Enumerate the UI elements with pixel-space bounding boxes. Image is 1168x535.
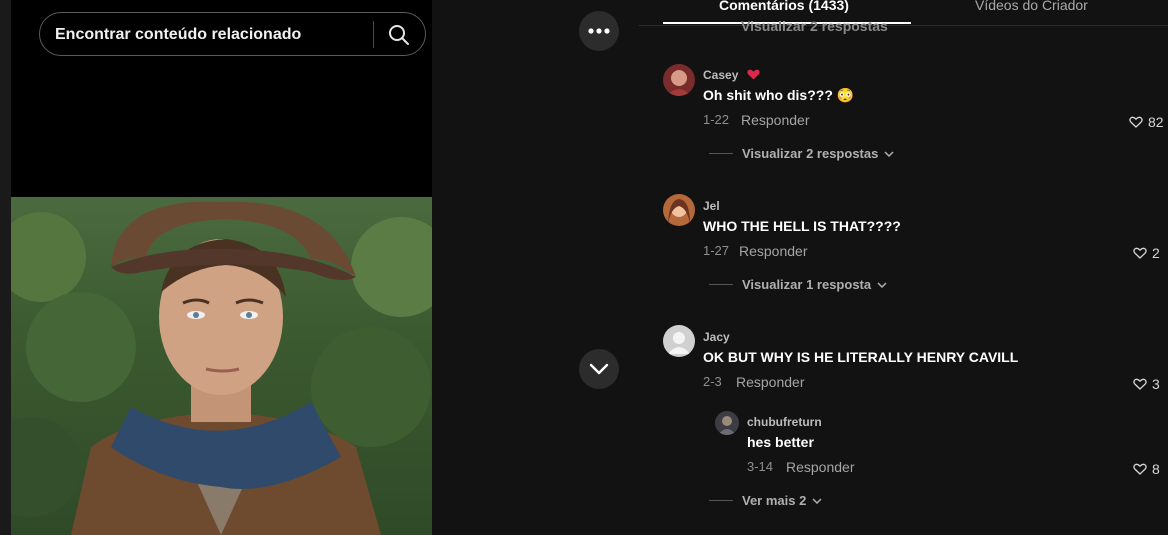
video-frame-image (11, 201, 432, 535)
avatar-chubufreturn[interactable] (715, 411, 739, 435)
comment-username[interactable]: Jel (703, 199, 720, 213)
reply-text: hes better (747, 434, 814, 450)
divider-line (709, 500, 733, 501)
like-count: 82 (1148, 114, 1164, 130)
left-strip (0, 0, 11, 535)
heart-outline-icon (1133, 378, 1147, 390)
reply-date: 3-14 (747, 459, 774, 474)
chevron-down-icon (884, 150, 894, 157)
reply-button[interactable]: Responder (741, 112, 810, 128)
like-button[interactable]: 82 (1129, 114, 1164, 130)
more-options-button[interactable] (579, 11, 619, 51)
like-count: 8 (1152, 461, 1160, 477)
avatar-casey[interactable] (663, 64, 695, 96)
like-count: 2 (1152, 245, 1160, 261)
search-divider (373, 21, 374, 48)
chevron-down-icon (589, 363, 609, 375)
tab-creator-videos[interactable]: Vídeos do Criador (975, 0, 1088, 13)
comment-text: Oh shit who dis??? 😳 (703, 87, 855, 103)
like-button[interactable]: 3 (1133, 376, 1160, 392)
chevron-down-icon (812, 497, 822, 504)
tab-comments[interactable]: Comentários (1433) (719, 0, 849, 13)
divider-line (709, 284, 733, 285)
like-count: 3 (1152, 376, 1160, 392)
see-more-button[interactable]: Ver mais 2 (709, 493, 822, 508)
comment-username[interactable]: Jacy (703, 330, 730, 344)
comment-date: 1-27 (703, 243, 730, 258)
view-replies-label: Visualizar 1 resposta (742, 277, 872, 292)
search-icon[interactable] (387, 23, 411, 47)
more-icon (588, 28, 610, 34)
comment-date: 1-22 (703, 112, 730, 127)
creator-heart-icon (747, 69, 760, 80)
see-more-label: Ver mais 2 (742, 493, 807, 508)
heart-outline-icon (1133, 463, 1147, 475)
comment-username[interactable]: Casey (703, 68, 738, 82)
divider-line (709, 153, 733, 154)
scrolled-view-replies[interactable]: Visualizar 2 respostas (741, 18, 888, 34)
search-bar[interactable]: Encontrar conteúdo relacionado (39, 12, 426, 56)
comments-panel: Comentários (1433) Vídeos do Criador Vis… (639, 0, 1168, 535)
view-replies-label: Visualizar 2 respostas (742, 146, 879, 161)
heart-outline-icon (1129, 116, 1143, 128)
heart-outline-icon (1133, 247, 1147, 259)
reply-button[interactable]: Responder (786, 459, 855, 475)
view-replies-button[interactable]: Visualizar 1 resposta (709, 277, 887, 292)
like-button[interactable]: 8 (1133, 461, 1160, 477)
reply-username[interactable]: chubufreturn (747, 415, 822, 429)
next-video-button[interactable] (579, 349, 619, 389)
like-button[interactable]: 2 (1133, 245, 1160, 261)
search-text[interactable]: Encontrar conteúdo relacionado (55, 26, 301, 44)
reply-button[interactable]: Responder (736, 374, 805, 390)
tab-bar: Comentários (1433) Vídeos do Criador (639, 0, 1168, 26)
chevron-down-icon (877, 281, 887, 288)
comment-date: 2-3 (703, 374, 722, 389)
comment-text: WHO THE HELL IS THAT???? (703, 218, 901, 234)
video-frame[interactable] (11, 197, 432, 535)
avatar-jel[interactable] (663, 194, 695, 226)
view-replies-button[interactable]: Visualizar 2 respostas (709, 146, 894, 161)
comment-text: OK BUT WHY IS HE LITERALLY HENRY CAVILL (703, 349, 1019, 365)
avatar-jacy[interactable] (663, 325, 695, 357)
reply-button[interactable]: Responder (739, 243, 808, 259)
